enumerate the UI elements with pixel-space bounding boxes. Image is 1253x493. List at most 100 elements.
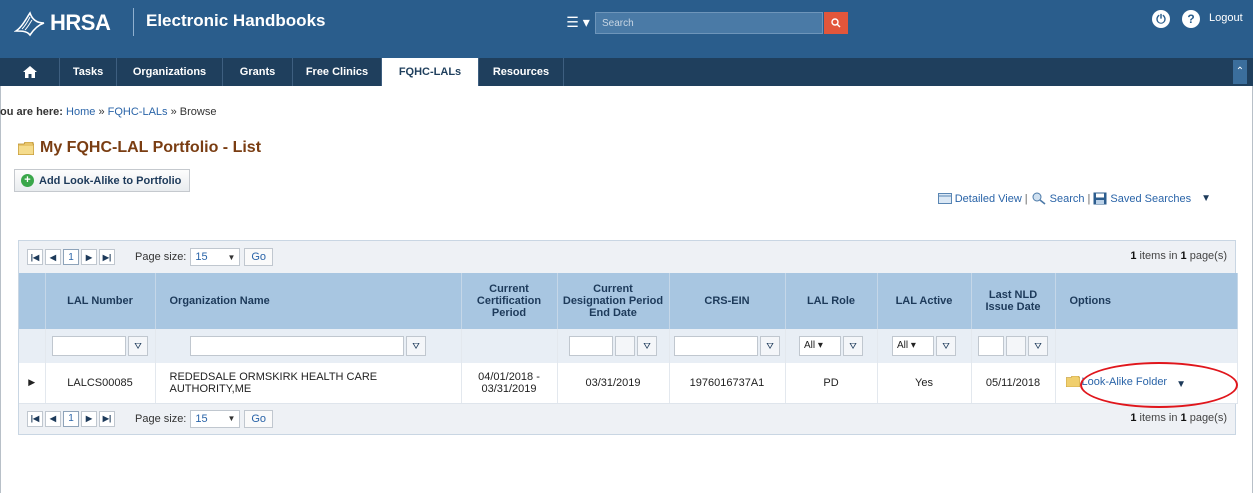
search-people-icon [1032, 192, 1046, 205]
page-size-label: Page size: [135, 251, 187, 263]
calendar-icon[interactable] [615, 336, 635, 356]
logo-text: HRSA [50, 10, 111, 35]
main-nav: Tasks Organizations Grants Free Clinics … [0, 58, 1253, 86]
cell-last-nld: 05/11/2018 [971, 363, 1056, 404]
add-icon: + [21, 174, 34, 187]
breadcrumb-sep: » [98, 106, 105, 118]
lal-role-filter-select[interactable]: All ▾ [799, 336, 841, 356]
search-input[interactable] [595, 12, 823, 34]
col-lal-number[interactable]: LAL Number [45, 273, 156, 329]
nav-home[interactable] [0, 58, 60, 86]
cell-crs-ein: 1976016737A1 [669, 363, 786, 404]
lal-active-filter-select[interactable]: All ▾ [892, 336, 934, 356]
col-org-name[interactable]: Organization Name [155, 273, 462, 329]
add-button-label: Add Look-Alike to Portfolio [39, 174, 182, 187]
page-heading: My FQHC-LAL Portfolio - List [18, 139, 261, 157]
page-size-select[interactable]: 15 ▼ [190, 409, 241, 428]
nav-resources[interactable]: Resources [479, 58, 564, 86]
add-look-alike-button[interactable]: + Add Look-Alike to Portfolio [14, 169, 191, 192]
breadcrumb-home[interactable]: Home [66, 106, 95, 118]
filter-icon[interactable]: ⛛ [936, 336, 956, 356]
view-links: Detailed View | Search | Saved Searches … [937, 192, 1211, 205]
items-info: 1 items in 1 page(s) [1130, 411, 1227, 424]
detailed-view-icon [937, 193, 952, 204]
cell-designation-end: 03/31/2019 [557, 363, 670, 404]
help-icon[interactable]: ? [1182, 10, 1200, 28]
table-row: ▶ LALCS00085 REDEDSALE ORMSKIRK HEALTH C… [19, 363, 1238, 404]
nav-fqhc-lals[interactable]: FQHC-LALs [382, 58, 479, 86]
nav-free-clinics[interactable]: Free Clinics [293, 58, 382, 86]
page-title: My FQHC-LAL Portfolio - List [40, 139, 262, 156]
lal-number-filter-input[interactable] [52, 336, 126, 356]
filter-icon[interactable]: ⛛ [1028, 336, 1048, 356]
folder-icon [1065, 376, 1080, 387]
eagle-logo-icon [14, 11, 45, 37]
page-number[interactable]: 1 [63, 249, 79, 265]
collapse-nav-button[interactable]: ⌃ [1233, 60, 1247, 84]
filter-icon[interactable]: ⛛ [128, 336, 148, 356]
cell-lal-role: PD [785, 363, 878, 404]
save-icon [1093, 192, 1107, 205]
breadcrumb: ou are here: Home » FQHC-LALs » Browse [0, 106, 216, 118]
lal-grid: |◀ ◀ 1 ▶ ▶| Page size: 15 ▼ Go 1 items in… [18, 240, 1238, 435]
logout-link[interactable]: Logout [1209, 12, 1243, 24]
first-page-button[interactable]: |◀ [27, 249, 43, 265]
cell-lal-number: LALCS00085 [45, 363, 156, 404]
search-link[interactable]: Search [1050, 193, 1085, 205]
lal-table: LAL Number Organization Name Current Cer… [19, 273, 1238, 404]
filter-icon[interactable]: ⛛ [637, 336, 657, 356]
cell-org-name: REDEDSALE ORMSKIRK HEALTH CARE AUTHORITY… [155, 363, 462, 404]
filter-row: ⛛ ⛛ ⛛ ⛛ All ▾ ⛛ All ▾ ⛛ ⛛ [19, 329, 1238, 363]
filter-icon[interactable]: ⛛ [406, 336, 426, 356]
col-last-nld[interactable]: Last NLD Issue Date [971, 273, 1056, 329]
nav-grants[interactable]: Grants [223, 58, 293, 86]
breadcrumb-fqhc-lals[interactable]: FQHC-LALs [108, 106, 168, 118]
col-crs-ein[interactable]: CRS-EIN [669, 273, 786, 329]
next-page-button[interactable]: ▶ [81, 410, 97, 427]
next-page-button[interactable]: ▶ [81, 249, 97, 265]
org-name-filter-input[interactable] [190, 336, 404, 356]
highlight-annotation [1080, 362, 1238, 408]
go-button[interactable]: Go [244, 409, 274, 428]
col-cert-period[interactable]: Current Certification Period [461, 273, 558, 329]
detailed-view-link[interactable]: Detailed View [955, 193, 1022, 205]
hrsa-logo[interactable]: HRSA [14, 8, 111, 38]
nav-organizations[interactable]: Organizations [117, 58, 223, 86]
cell-cert-period: 04/01/2018 - 03/31/2019 [461, 363, 558, 404]
page-size-label: Page size: [135, 412, 187, 425]
breadcrumb-prefix: ou are here: [0, 106, 63, 118]
breadcrumb-current: Browse [179, 106, 217, 118]
first-page-button[interactable]: |◀ [27, 410, 43, 427]
page-number[interactable]: 1 [63, 410, 79, 427]
designation-date-filter-input[interactable] [569, 336, 613, 356]
prev-page-button[interactable]: ◀ [45, 410, 61, 427]
search-menu-button[interactable]: ☰ ▾ [562, 11, 594, 33]
saved-searches-dropdown-icon[interactable]: ▼ [1201, 193, 1211, 204]
breadcrumb-sep: » [170, 106, 177, 118]
expand-row-icon[interactable]: ▶ [19, 363, 46, 404]
col-options: Options [1055, 273, 1238, 329]
cell-lal-active: Yes [877, 363, 972, 404]
search-button[interactable] [824, 12, 848, 34]
nld-date-filter-input[interactable] [978, 336, 1004, 356]
page-size-select[interactable]: 15 ▼ [190, 248, 241, 266]
nav-tasks[interactable]: Tasks [60, 58, 117, 86]
search-icon [831, 18, 841, 28]
filter-icon[interactable]: ⛛ [760, 336, 780, 356]
col-lal-active[interactable]: LAL Active [877, 273, 972, 329]
calendar-icon[interactable] [1006, 336, 1026, 356]
items-info: 1 items in 1 page(s) [1130, 250, 1227, 262]
filter-icon[interactable]: ⛛ [843, 336, 863, 356]
crs-ein-filter-input[interactable] [674, 336, 758, 356]
saved-searches-link[interactable]: Saved Searches [1110, 193, 1191, 205]
col-designation-end[interactable]: Current Designation Period End Date [557, 273, 670, 329]
go-button[interactable]: Go [244, 248, 274, 266]
col-lal-role[interactable]: LAL Role [785, 273, 878, 329]
header-divider [133, 8, 134, 36]
prev-page-button[interactable]: ◀ [45, 249, 61, 265]
home-icon [22, 66, 37, 79]
last-page-button[interactable]: ▶| [99, 249, 115, 265]
last-page-button[interactable]: ▶| [99, 410, 115, 427]
power-icon[interactable]: ⏻ [1152, 10, 1170, 28]
app-header: HRSA Electronic Handbooks ☰ ▾ ⏻ ? Logout [0, 0, 1253, 58]
